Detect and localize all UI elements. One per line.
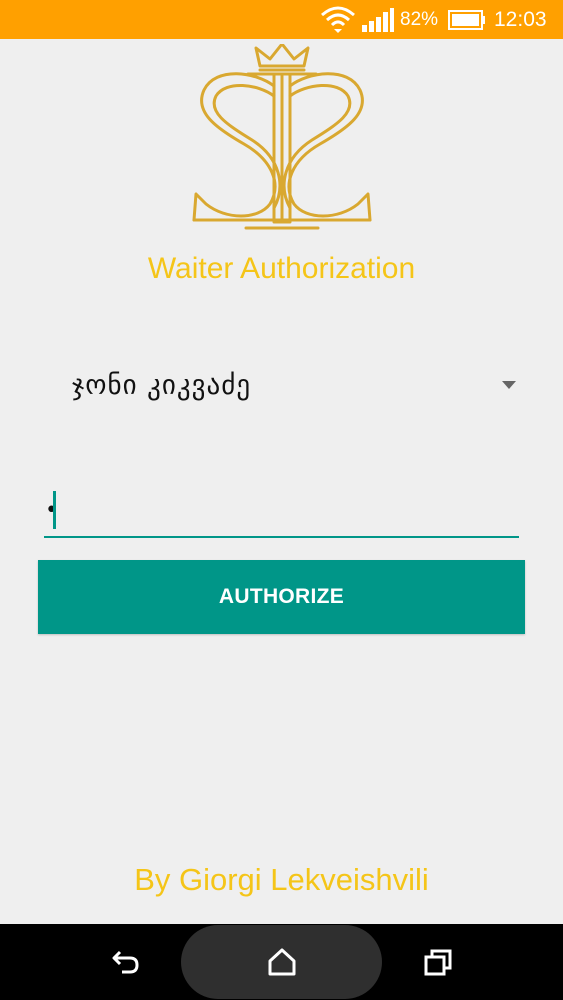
page-title: Waiter Authorization bbox=[147, 252, 416, 285]
password-field[interactable]: • bbox=[44, 476, 519, 538]
battery-icon bbox=[448, 10, 485, 30]
home-icon[interactable] bbox=[267, 948, 297, 976]
authorize-button[interactable]: AUTHORIZE bbox=[38, 560, 525, 634]
text-cursor bbox=[53, 491, 56, 529]
signal-icon bbox=[362, 8, 394, 32]
field-underline bbox=[44, 536, 519, 538]
waiter-select[interactable]: ჯონი კიკვაძე bbox=[38, 358, 526, 418]
ss-crown-monogram-logo bbox=[192, 44, 372, 230]
password-value: • bbox=[45, 498, 58, 523]
dropdown-arrow-icon bbox=[502, 381, 516, 389]
recents-icon[interactable] bbox=[423, 948, 453, 976]
wifi-icon bbox=[321, 6, 355, 33]
navigation-bar bbox=[0, 924, 563, 1000]
waiter-select-value: ჯონი კიკვაძე bbox=[72, 370, 252, 401]
footer-credit: By Giorgi Lekveishvili bbox=[134, 862, 429, 897]
status-bar: 82% 12:03 bbox=[0, 0, 563, 39]
battery-percent: 82% bbox=[400, 9, 439, 30]
clock: 12:03 bbox=[494, 8, 547, 31]
back-icon[interactable] bbox=[110, 948, 140, 976]
